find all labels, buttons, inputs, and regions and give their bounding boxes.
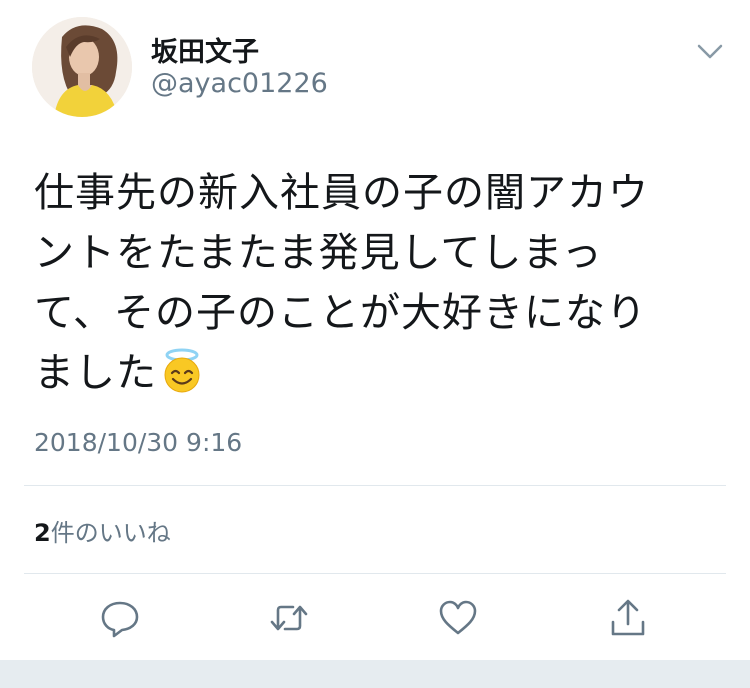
tweet-text-line-content: ました: [34, 350, 157, 396]
author-handle[interactable]: @ayac01226: [151, 68, 328, 99]
author-display-name[interactable]: 坂田文子: [151, 30, 259, 69]
tweet-text-line: ました: [34, 343, 724, 403]
heart-icon: [439, 600, 477, 635]
tweet-timestamp[interactable]: 2018/10/30 9:16: [34, 428, 242, 457]
tweet-text-line: ントをたまたま発見してしまっ: [34, 230, 603, 276]
smiling-face-with-halo-icon: [159, 348, 205, 394]
retweet-icon: [270, 605, 308, 631]
divider: [24, 485, 726, 486]
like-button[interactable]: [438, 598, 478, 638]
avatar[interactable]: [32, 17, 132, 117]
like-count-link[interactable]: 2件のいいね: [34, 513, 171, 548]
divider: [24, 573, 726, 574]
share-button[interactable]: [608, 598, 648, 638]
chevron-down-icon[interactable]: [694, 37, 726, 65]
share-icon: [611, 599, 645, 636]
tweet-text-line: 仕事先の新入社員の子の闇アカウ: [34, 170, 649, 216]
like-count-label: 件のいいね: [50, 519, 171, 547]
tweet-text: 仕事先の新入社員の子の闇アカウ ントをたまたま発見してしまっ て、その子のことが…: [34, 163, 724, 403]
reply-icon: [101, 601, 139, 638]
like-count: 2: [34, 519, 51, 547]
bottom-bar: [0, 660, 750, 688]
tweet-text-line: て、その子のことが大好きになり: [34, 290, 647, 336]
retweet-button[interactable]: [269, 598, 309, 638]
reply-button[interactable]: [100, 598, 140, 638]
